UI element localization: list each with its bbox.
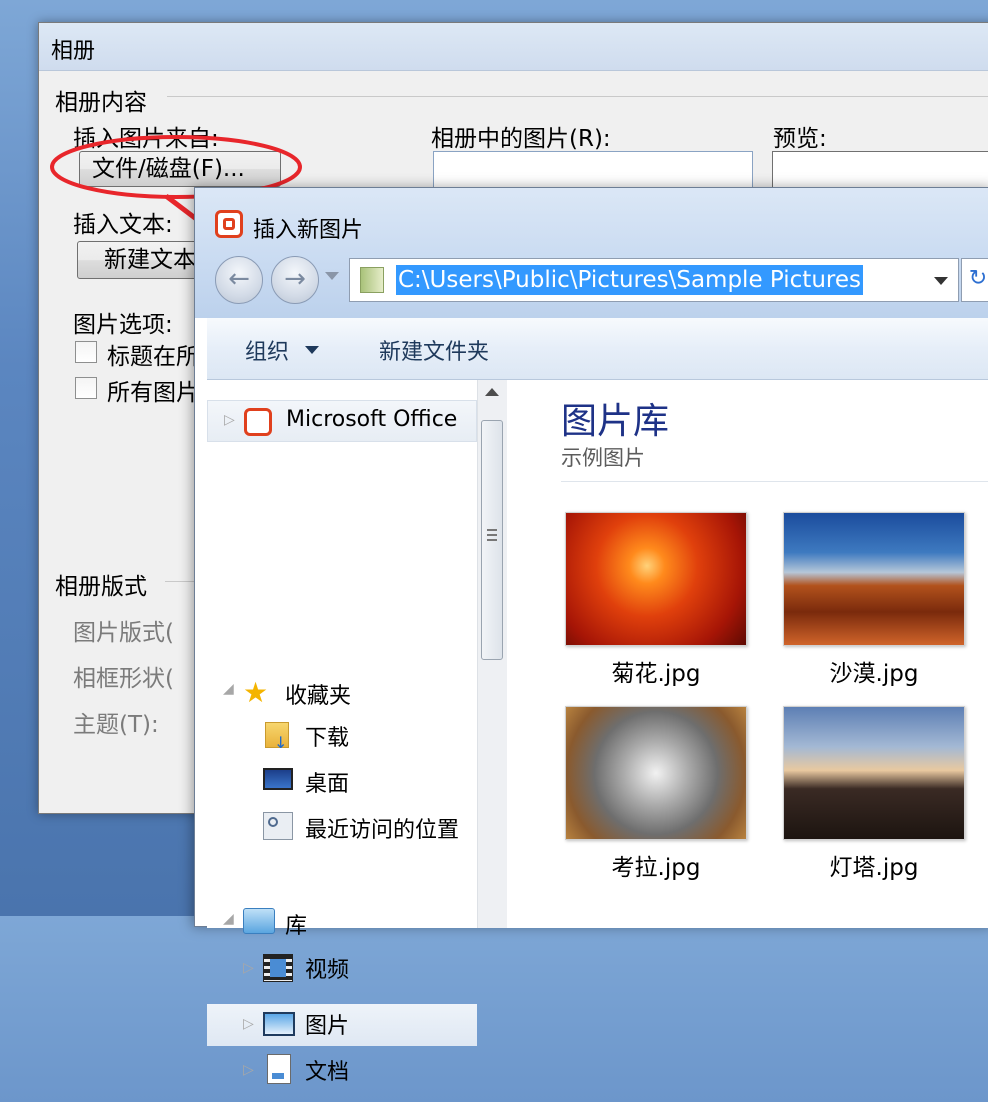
back-arrow-icon: ← bbox=[228, 264, 250, 294]
nav-label: 收藏夹 bbox=[285, 684, 352, 709]
file-name: 灯塔.jpg bbox=[829, 855, 919, 881]
office-app-icon bbox=[215, 210, 243, 238]
insert-picture-dialog: 插入新图片 ← → C:\Users\Public\Pictures\Sampl… bbox=[194, 187, 988, 1085]
expander-icon: ◢ bbox=[223, 911, 234, 927]
file-item[interactable]: 考拉.jpg bbox=[565, 706, 747, 882]
forward-button[interactable]: → bbox=[271, 256, 319, 304]
nav-label: 文档 bbox=[305, 1060, 350, 1085]
expander-icon: ◢ bbox=[223, 681, 234, 697]
file-name: 沙漠.jpg bbox=[829, 661, 919, 687]
file-item[interactable]: 灯塔.jpg bbox=[783, 706, 965, 882]
office-icon bbox=[244, 408, 272, 436]
chrysanthemum-thumbnail bbox=[565, 512, 747, 646]
scroll-thumb[interactable] bbox=[481, 420, 503, 660]
file-content-area: 图片库 示例图片 菊花.jpg 沙漠.jpg 考拉.jpg 灯塔.jpg bbox=[507, 380, 988, 928]
document-icon bbox=[267, 1054, 291, 1084]
expander-icon: ▷ bbox=[243, 1016, 254, 1032]
insert-dialog-chrome: 插入新图片 ← → C:\Users\Public\Pictures\Sampl… bbox=[195, 188, 988, 318]
file-name: 考拉.jpg bbox=[611, 855, 701, 881]
star-icon: ★ bbox=[243, 676, 269, 709]
library-subtitle: 示例图片 bbox=[561, 446, 645, 470]
lighthouse-thumbnail bbox=[783, 706, 965, 840]
expander-icon: ▷ bbox=[243, 960, 254, 976]
nav-label: 最近访问的位置 bbox=[305, 818, 460, 843]
file-item[interactable]: 沙漠.jpg bbox=[783, 512, 965, 688]
nav-item-microsoft-office[interactable]: ▷ Microsoft Office bbox=[207, 400, 477, 442]
file-name: 菊花.jpg bbox=[611, 661, 701, 687]
desktop-icon bbox=[263, 768, 293, 790]
nav-label: 图片 bbox=[305, 1014, 350, 1039]
library-folder-icon bbox=[360, 267, 384, 293]
picture-icon bbox=[263, 1012, 295, 1036]
nav-label: 下载 bbox=[305, 726, 350, 751]
file-item[interactable]: 菊花.jpg bbox=[565, 512, 747, 688]
downloads-folder-icon: ↓ bbox=[265, 722, 289, 752]
address-dropdown-icon[interactable] bbox=[934, 277, 948, 285]
address-bar[interactable]: C:\Users\Public\Pictures\Sample Pictures bbox=[349, 258, 959, 302]
library-title: 图片库 bbox=[561, 401, 670, 442]
library-divider bbox=[561, 481, 988, 482]
nav-label: Microsoft Office bbox=[286, 407, 458, 432]
nav-label: 库 bbox=[285, 914, 308, 939]
address-path[interactable]: C:\Users\Public\Pictures\Sample Pictures bbox=[396, 265, 863, 295]
refresh-button[interactable]: ↻ bbox=[961, 258, 988, 302]
koala-thumbnail bbox=[565, 706, 747, 840]
scroll-up-icon[interactable] bbox=[485, 388, 499, 396]
nav-label: 桌面 bbox=[305, 772, 350, 797]
new-folder-button[interactable]: 新建文件夹 bbox=[379, 334, 489, 366]
organize-dropdown-icon[interactable] bbox=[305, 346, 319, 354]
recent-pages-dropdown-icon[interactable] bbox=[325, 272, 339, 280]
scroll-grip-icon bbox=[487, 529, 497, 541]
nav-item-pictures[interactable]: ▷ 图片 bbox=[207, 1004, 477, 1046]
nav-scrollbar[interactable] bbox=[477, 380, 507, 928]
navigation-pane: ▷ Microsoft Office ◢ ★ 收藏夹 ↓ 下载 桌面 最近访问的… bbox=[207, 380, 489, 1085]
expander-icon: ▷ bbox=[224, 412, 235, 428]
library-icon bbox=[243, 908, 275, 934]
video-icon bbox=[263, 954, 293, 982]
forward-arrow-icon: → bbox=[284, 264, 306, 294]
organize-menu[interactable]: 组织 bbox=[245, 334, 289, 366]
back-button[interactable]: ← bbox=[215, 256, 263, 304]
command-toolbar: 组织 新建文件夹 bbox=[207, 318, 988, 380]
nav-label: 视频 bbox=[305, 958, 350, 983]
insert-dialog-title: 插入新图片 bbox=[253, 218, 364, 243]
refresh-icon: ↻ bbox=[968, 266, 988, 291]
expander-icon: ▷ bbox=[243, 1062, 254, 1078]
recent-places-icon bbox=[263, 812, 293, 840]
desert-thumbnail bbox=[783, 512, 965, 646]
